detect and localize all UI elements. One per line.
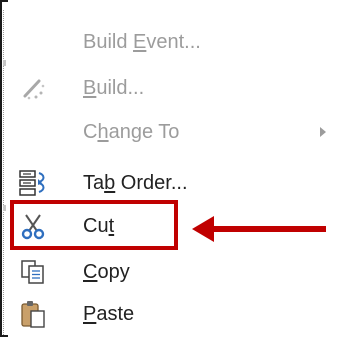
build-wand-icon [18, 73, 48, 103]
guide-tick [3, 60, 6, 66]
menu-item-label: Copy [83, 260, 130, 283]
pointer-arrow-shaft [212, 226, 326, 232]
menu-item-label: Change To [83, 120, 180, 143]
tab-order-icon [18, 168, 48, 198]
menu-item-copy[interactable]: Copy [8, 249, 338, 295]
copy-icon [18, 257, 48, 287]
guide-tick [3, 205, 6, 211]
menu-item-label: Build Event... [83, 30, 201, 53]
menu-item-label: Paste [83, 302, 135, 325]
menu-item-label: Tab Order... [83, 171, 188, 194]
menu-item-paste[interactable]: Paste [8, 291, 338, 337]
menu-item-label: Build... [83, 76, 145, 99]
submenu-arrow-icon [320, 127, 326, 137]
context-menu: Build Event... Build... Change To Tab Or… [8, 0, 347, 337]
menu-item-change-to[interactable]: Change To [8, 109, 338, 155]
paste-icon [18, 299, 48, 329]
dotted-guide-line [3, 10, 4, 335]
menu-item-build[interactable]: Build... [8, 65, 338, 111]
cut-highlight-box [10, 200, 178, 250]
pointer-arrow-icon [192, 216, 214, 242]
menu-item-build-event[interactable]: Build Event... [8, 19, 338, 65]
